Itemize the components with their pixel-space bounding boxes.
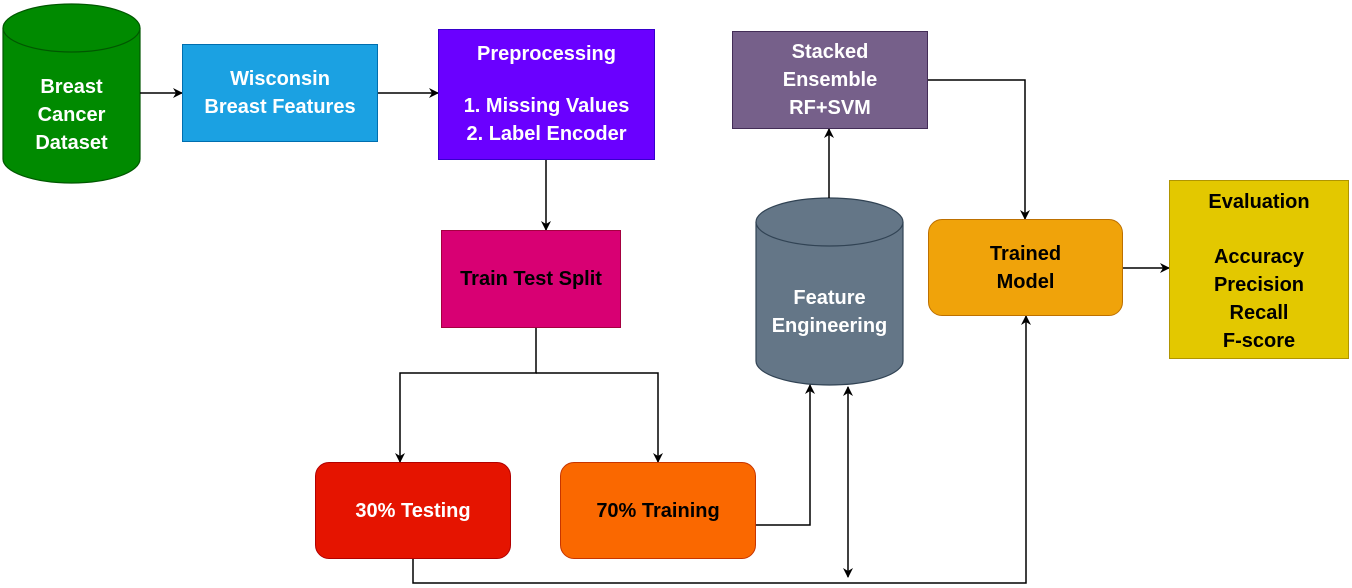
testing-label: 30% Testing — [355, 499, 471, 522]
edge-training-feature-engineering — [756, 384, 815, 526]
preprocessing-title: Preprocessing — [477, 43, 616, 65]
features-line-2: Breast Features — [204, 96, 356, 118]
evaluation-metric-accuracy: Accuracy — [1213, 246, 1305, 268]
edge-split-training — [536, 372, 663, 463]
ensemble-line-2: Ensemble — [782, 69, 878, 91]
node-preprocessing: Preprocessing 1. Missing Values 2. Label… — [438, 29, 655, 160]
ensemble-line-1: Stacked — [791, 41, 869, 63]
feature-engineering-line-1: Feature — [793, 287, 866, 309]
training-label: 70% Training — [596, 499, 720, 522]
ensemble-line-3: RF+SVM — [789, 97, 871, 119]
node-wisconsin-features: Wisconsin Breast Features — [182, 44, 378, 142]
node-testing: 30% Testing — [315, 462, 511, 559]
edge-ensemble-trained-model — [928, 79, 1030, 220]
node-feature-engineering: Feature Engineering — [756, 270, 903, 354]
features-line-1: Wisconsin — [230, 68, 330, 90]
evaluation-metric-recall: Recall — [1229, 302, 1289, 324]
node-train-test-split: Train Test Split — [441, 230, 621, 328]
evaluation-metric-fscore: F-score — [1222, 330, 1296, 352]
dataset-line-1: Breast — [40, 76, 103, 98]
preprocessing-step-1: 1. Missing Values — [463, 95, 630, 117]
node-training: 70% Training — [560, 462, 756, 559]
dataset-line-2: Cancer — [37, 104, 106, 126]
feature-engineering-line-2: Engineering — [771, 315, 888, 337]
node-evaluation: Evaluation Accuracy Precision Recall F-s… — [1169, 180, 1349, 359]
node-trained-model: Trained Model — [928, 219, 1123, 316]
evaluation-metric-precision: Precision — [1213, 274, 1305, 296]
split-label: Train Test Split — [460, 268, 602, 290]
preprocessing-step-2: 2. Label Encoder — [466, 123, 627, 145]
node-stacked-ensemble: Stacked Ensemble RF+SVM — [732, 31, 928, 129]
trained-model-line-2: Model — [996, 270, 1055, 293]
edge-split-testing — [395, 328, 537, 463]
trained-model-line-1: Trained — [989, 242, 1062, 265]
evaluation-title: Evaluation — [1208, 191, 1310, 213]
node-dataset: Breast Cancer Dataset — [3, 60, 140, 170]
dataset-line-3: Dataset — [35, 132, 108, 154]
